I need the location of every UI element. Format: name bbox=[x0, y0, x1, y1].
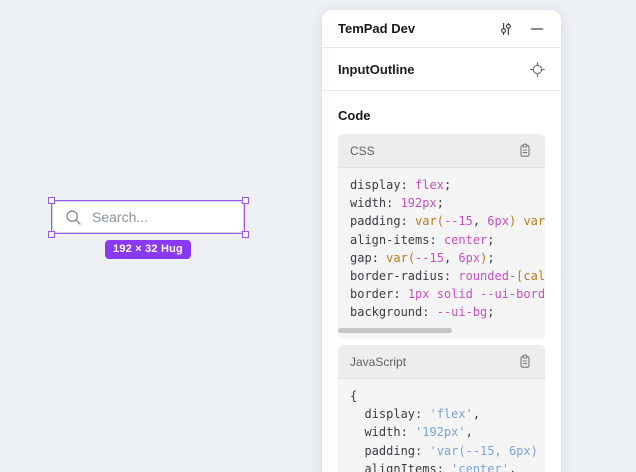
selected-component-row: InputOutline bbox=[322, 48, 561, 91]
settings-sliders-icon[interactable] bbox=[498, 21, 514, 37]
copy-clipboard-icon[interactable] bbox=[517, 143, 533, 159]
panel-header: TemPad Dev bbox=[322, 10, 561, 48]
code-section-title: Code bbox=[322, 91, 561, 134]
selection-handle-bottom-right[interactable] bbox=[242, 231, 249, 238]
javascript-code-block: JavaScript { display: 'flex', width: '19… bbox=[338, 345, 545, 472]
horizontal-scrollbar-thumb[interactable] bbox=[338, 328, 452, 333]
css-block-label: CSS bbox=[350, 144, 517, 158]
size-badge: 192 × 32 Hug bbox=[105, 240, 191, 259]
panel-title: TemPad Dev bbox=[338, 21, 498, 36]
minimize-icon[interactable] bbox=[529, 21, 545, 37]
css-code-block: CSS display: flex;width: 192px;padding: … bbox=[338, 134, 545, 339]
tempad-dev-panel: TemPad Dev InputOutline bbox=[322, 10, 561, 472]
javascript-block-header: JavaScript bbox=[338, 345, 545, 379]
css-code-body[interactable]: display: flex;width: 192px;padding: var(… bbox=[338, 168, 545, 322]
javascript-code-body[interactable]: { display: 'flex', width: '192px', paddi… bbox=[338, 379, 545, 472]
css-block-header: CSS bbox=[338, 134, 545, 168]
component-name: InputOutline bbox=[338, 62, 529, 77]
copy-clipboard-icon[interactable] bbox=[517, 354, 533, 370]
javascript-block-label: JavaScript bbox=[350, 355, 517, 369]
search-input-component[interactable]: Search... bbox=[52, 201, 244, 233]
search-icon bbox=[65, 209, 82, 226]
search-placeholder: Search... bbox=[92, 209, 148, 225]
locate-target-icon[interactable] bbox=[529, 61, 545, 77]
